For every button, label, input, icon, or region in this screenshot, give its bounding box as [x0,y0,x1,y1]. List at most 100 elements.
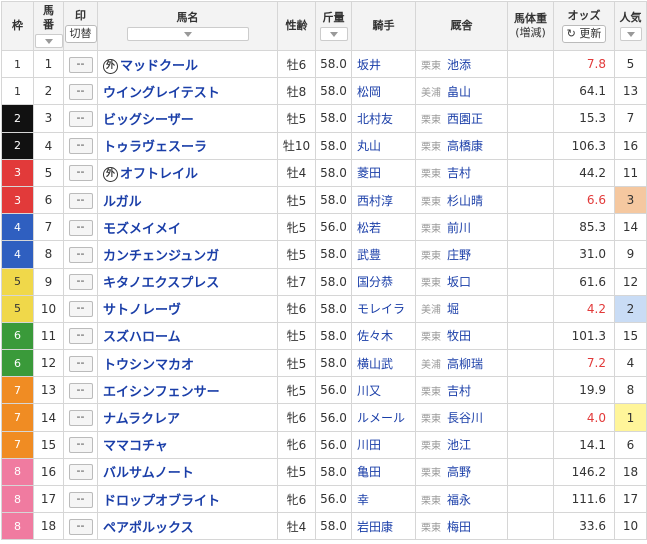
trainer-link[interactable]: 池添 [447,58,471,72]
mark-select[interactable]: -- [68,56,93,73]
horse-name-link[interactable]: ドロップオブライト [103,494,220,509]
trainer-link[interactable]: 高柳瑞 [447,357,483,371]
header-umaban[interactable]: 馬番 [33,1,64,51]
jockey-cell: 川又 [351,376,416,405]
horse-name-link[interactable]: モズメイメイ [103,222,181,237]
popularity-cell: 4 [614,349,647,378]
trainer-link[interactable]: 杉山晴 [447,194,483,208]
mark-select[interactable]: -- [68,301,93,318]
trainer-link[interactable]: 西園正 [447,112,483,126]
sort-pop-button[interactable] [619,27,642,41]
weight-cell [507,403,554,432]
jockey-link[interactable]: 亀田 [357,465,381,479]
sort-kinryo-button[interactable] [319,27,348,41]
stable-cell: 美浦 高柳瑞 [415,349,508,378]
horse-name-link[interactable]: ママコチャ [103,439,168,454]
mark-cell: -- [63,376,98,405]
horse-name-link[interactable]: スズハローム [103,330,181,345]
sort-umaban-button[interactable] [34,34,63,48]
horse-name-link[interactable]: ペアポルックス [103,521,194,536]
jockey-link[interactable]: 丸山 [357,139,381,153]
jockey-link[interactable]: 川田 [357,438,381,452]
mark-select[interactable]: -- [68,464,93,481]
mark-select[interactable]: -- [68,110,93,127]
horse-name-link[interactable]: ルガル [103,195,142,210]
mark-select[interactable]: -- [68,437,93,454]
jockey-link[interactable]: 佐々木 [357,329,393,343]
mark-select[interactable]: -- [68,83,93,100]
trainer-link[interactable]: 堀 [447,302,459,316]
kinryo-cell: 58.0 [315,158,352,187]
horse-name-link[interactable]: キタノエクスプレス [103,276,219,291]
trainer-link[interactable]: 前川 [447,221,471,235]
horse-name-link[interactable]: マッドクール [120,59,198,74]
jockey-link[interactable]: 松岡 [357,85,381,99]
jockey-cell: 佐々木 [351,321,416,351]
mark-select[interactable]: -- [68,274,93,291]
table-row: 7 15 -- ママコチャ 牝6 56.0 川田 栗東 池江 14.1 6 [1,430,647,459]
header-waku[interactable]: 枠 [1,1,34,51]
horse-name-link[interactable]: トウシンマカオ [103,358,194,373]
mark-select[interactable]: -- [68,491,93,508]
mark-select[interactable]: -- [68,138,93,155]
kinryo-cell: 58.0 [315,77,352,106]
trainer-link[interactable]: 畠山 [447,85,471,99]
sexage-cell: 牝6 [277,484,316,514]
weight-cell [507,267,554,296]
refresh-button[interactable]: ↻ 更新 [561,25,607,43]
mark-select[interactable]: -- [68,165,93,182]
jockey-link[interactable]: 横山武 [357,357,393,371]
trainer-link[interactable]: 池江 [447,438,471,452]
jockey-link[interactable]: モレイラ [357,302,405,316]
jockey-link[interactable]: 北村友 [357,112,393,126]
horse-name-link[interactable]: ナムラクレア [103,412,180,427]
trainer-link[interactable]: 牧田 [447,329,471,343]
mark-select[interactable]: -- [68,246,93,263]
horse-name-link[interactable]: バルサムノート [103,466,194,481]
mark-select[interactable]: -- [68,328,93,345]
waku-cell: 4 [1,240,34,269]
horse-name-cell: キタノエクスプレス [97,267,278,296]
jockey-link[interactable]: 松若 [357,221,381,235]
jockey-link[interactable]: 岩田康 [357,520,393,534]
trainer-link[interactable]: 高橋康 [447,139,483,153]
horse-name-link[interactable]: オフトレイル [120,167,198,182]
jockey-link[interactable]: 国分恭 [357,275,393,289]
jockey-link[interactable]: 坂井 [357,58,381,72]
horse-name-link[interactable]: ウイングレイテスト [103,86,220,101]
jockey-link[interactable]: 菱田 [357,166,381,180]
sort-horse-button[interactable] [126,27,249,41]
trainer-link[interactable]: 福永 [447,493,471,507]
jockey-link[interactable]: 西村淳 [357,194,393,208]
trainer-link[interactable]: 坂口 [447,275,471,289]
horse-name-link[interactable]: ビッグシーザー [103,113,194,128]
trainer-link[interactable]: 吉村 [447,384,471,398]
mark-select[interactable]: -- [68,518,93,535]
horse-name-link[interactable]: トゥラヴェスーラ [103,140,207,155]
jockey-link[interactable]: 武豊 [357,248,381,262]
mark-select[interactable]: -- [68,410,93,427]
jockey-link[interactable]: ルメール [357,411,405,425]
trainer-link[interactable]: 吉村 [447,166,471,180]
trainer-link[interactable]: 庄野 [447,248,471,262]
switch-button[interactable]: 切替 [64,25,97,43]
trainer-link[interactable]: 梅田 [447,520,471,534]
odds-cell: 146.2 [553,457,615,487]
mark-cell: -- [63,484,98,514]
waku-cell: 7 [1,376,34,405]
trainer-link[interactable]: 長谷川 [447,411,483,425]
trainer-link[interactable]: 高野 [447,465,471,479]
region-label: 美浦 [421,359,441,371]
horse-name-link[interactable]: カンチェンジュンガ [103,249,219,264]
waku-cell: 8 [1,457,34,487]
region-label: 栗東 [421,441,441,453]
horse-name-link[interactable]: エイシンフェンサー [103,385,220,400]
jockey-link[interactable]: 幸 [357,493,369,507]
mark-select[interactable]: -- [68,192,93,209]
mark-select[interactable]: -- [68,219,93,236]
horse-name-link[interactable]: サトノレーヴ [103,303,181,318]
mark-select[interactable]: -- [68,355,93,372]
kinryo-cell: 58.0 [315,267,352,296]
jockey-link[interactable]: 川又 [357,384,381,398]
mark-select[interactable]: -- [68,382,93,399]
